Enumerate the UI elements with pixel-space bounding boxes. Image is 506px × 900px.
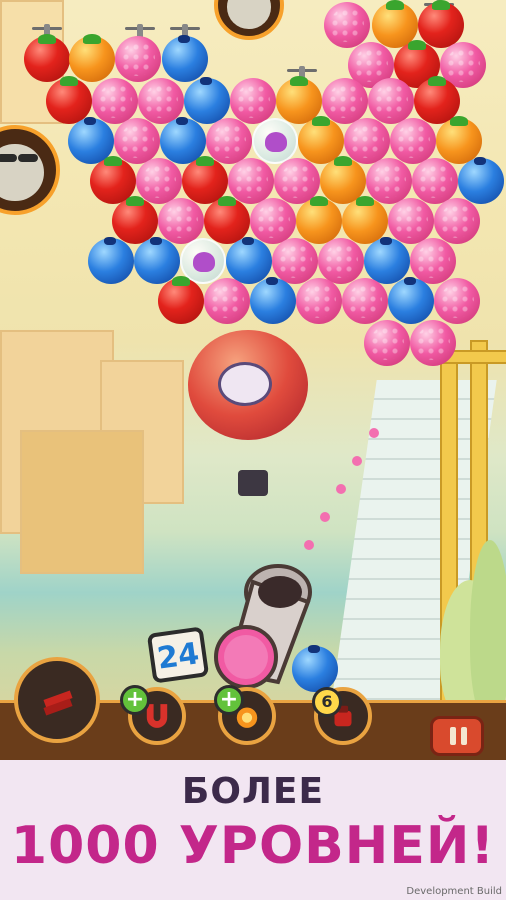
pause-icon-bar <box>461 727 467 745</box>
booster-count-badge: 6 <box>312 687 342 717</box>
dynamite-icon <box>43 690 73 716</box>
promo-banner: БОЛЕЕ 1000 УРОВНЕЙ! Development Build <box>0 760 506 900</box>
bubble-raspberry <box>434 278 480 324</box>
bubble-raspberry <box>342 278 388 324</box>
aim-dot <box>304 540 314 550</box>
game-scene[interactable]: 24 + + 6 <box>0 0 506 760</box>
buy-booster-badge[interactable]: + <box>120 685 150 715</box>
trapped-creature-bubble <box>252 118 298 164</box>
bubble-tomato <box>158 276 204 324</box>
promo-line-1: БОЛЕЕ <box>181 771 325 812</box>
bubble-blueberry <box>250 277 296 324</box>
bubble-raspberry <box>115 36 161 82</box>
bubble-raspberry <box>324 2 370 48</box>
bubble-raspberry <box>296 278 342 324</box>
promo-line-2: 1000 УРОВНЕЙ! <box>10 816 496 876</box>
pause-icon-bar <box>450 727 456 745</box>
bubble-blueberry <box>458 157 504 204</box>
bubble-orange <box>69 34 115 82</box>
bubble-raspberry <box>158 198 204 244</box>
bubble-raspberry <box>322 78 368 124</box>
bubble-raspberry <box>206 118 252 164</box>
bubble-blueberry <box>226 237 272 284</box>
dynamite-booster-button[interactable] <box>14 657 100 743</box>
owl-avatar <box>214 0 284 40</box>
owl-avatar <box>0 125 60 215</box>
bubble-blueberry <box>364 237 410 284</box>
bubble-orange <box>296 196 342 244</box>
bubble-raspberry <box>412 158 458 204</box>
bubble-raspberry <box>364 320 410 366</box>
bubble-tomato <box>418 0 464 48</box>
bubble-raspberry <box>318 238 364 284</box>
bubble-blueberry <box>88 237 134 284</box>
bubble-raspberry <box>388 198 434 244</box>
owl-eye <box>18 153 38 162</box>
bubble-raspberry <box>344 118 390 164</box>
pause-button[interactable] <box>430 716 484 756</box>
bubble-raspberry <box>410 320 456 366</box>
bg-tree <box>470 540 506 720</box>
bubble-raspberry <box>434 198 480 244</box>
creature-icon <box>265 132 287 152</box>
next-bubble[interactable] <box>292 645 338 692</box>
creature-icon <box>193 252 215 272</box>
owl-face <box>0 143 44 202</box>
buy-booster-badge[interactable]: + <box>214 685 244 715</box>
owl-face <box>227 0 271 29</box>
bubble-raspberry <box>114 118 160 164</box>
bubble-raspberry <box>390 118 436 164</box>
owl-eye <box>0 153 17 162</box>
bubble-raspberry <box>250 198 296 244</box>
bubble-blueberry <box>388 277 434 324</box>
bubble-tomato <box>24 34 70 82</box>
bubble-raspberry <box>410 238 456 284</box>
aim-dot <box>369 428 379 438</box>
bubble-blueberry <box>184 77 230 124</box>
aim-dot <box>336 484 346 494</box>
bubble-raspberry <box>92 78 138 124</box>
paw-icon <box>218 362 272 406</box>
bubble-raspberry <box>368 78 414 124</box>
bubble-blueberry <box>162 35 208 82</box>
dev-build-label: Development Build <box>406 886 502 897</box>
bg-building <box>20 430 144 574</box>
aim-dot <box>352 456 362 466</box>
bubble-raspberry <box>272 238 318 284</box>
bubble-raspberry <box>366 158 412 204</box>
bubble-raspberry <box>204 278 250 324</box>
bubble-raspberry <box>230 78 276 124</box>
bubble-raspberry <box>136 158 182 204</box>
moves-counter: 24 <box>146 626 210 684</box>
hot-air-balloon <box>188 330 308 440</box>
balloon-basket <box>238 470 268 496</box>
aim-dot <box>320 512 330 522</box>
bubble-raspberry <box>228 158 274 204</box>
